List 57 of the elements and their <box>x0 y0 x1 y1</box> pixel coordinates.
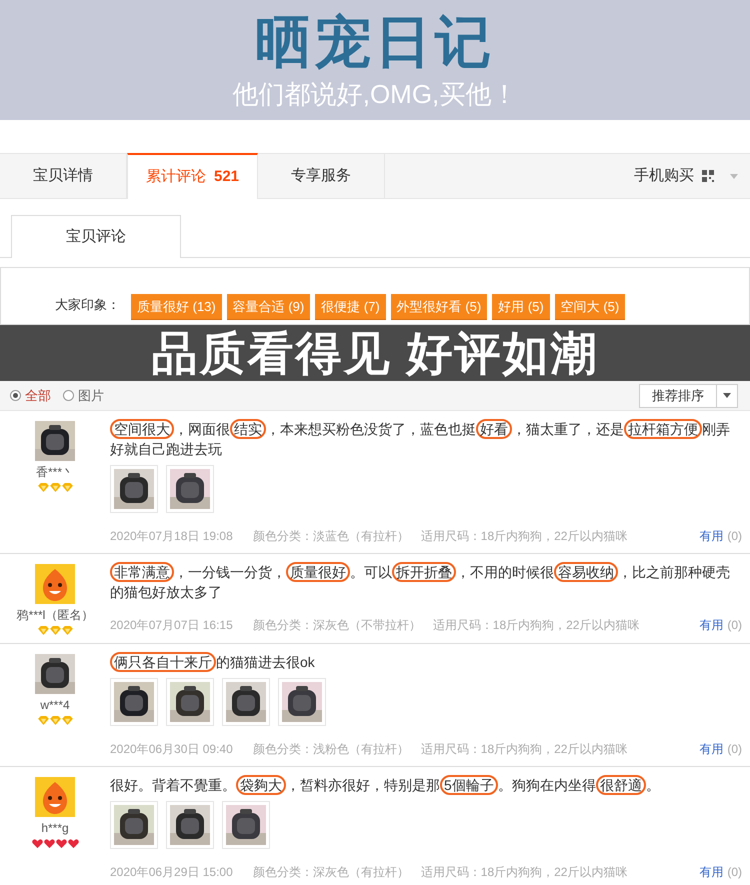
diamond-icon <box>50 483 60 492</box>
user-name: w***4 <box>40 697 70 714</box>
heart-icon <box>44 839 54 849</box>
overlay-slogan: 品质看得见 好评如潮 <box>152 327 598 379</box>
color-variant: 颜色分类：浅粉色（有拉杆） <box>252 741 409 758</box>
sub-tab[interactable]: 宝贝评论 <box>11 215 181 258</box>
filter-radio[interactable]: 全部 <box>10 386 51 406</box>
mobile-buy-button[interactable]: 手机购买 <box>634 154 750 198</box>
color-variant: 颜色分类：深灰色（不带拉杆） <box>252 617 421 634</box>
color-variant: 颜色分类：深灰色（有拉杆） <box>252 864 409 881</box>
heart-icon <box>68 839 78 849</box>
size-variant: 适用尺码：18斤内狗狗，22斤以内猫咪 <box>432 617 640 634</box>
review-date: 2020年06月29日 15:00 <box>110 864 233 881</box>
banner-subtitle: 他们都说好,OMG,买他！ <box>232 78 518 110</box>
heart-icon <box>56 839 66 849</box>
banner-title: 晒宠日记 <box>255 10 495 74</box>
review-text: 非常满意 ，一分钱一分货， 质量很好 。可以 拆开折叠 ，不用的时候很 容易收纳 ，比之前那种硬壳的猫包好放太多了 <box>110 562 731 602</box>
user-name: h***g <box>41 820 69 837</box>
caret-icon <box>723 393 731 398</box>
diamond-icon <box>50 626 60 635</box>
useful-count: (0) <box>727 864 742 881</box>
useful-count: (0) <box>727 617 742 634</box>
heart-icon <box>32 839 42 849</box>
review-date: 2020年07月07日 16:15 <box>110 617 233 634</box>
qr-code-icon <box>702 170 714 182</box>
useful-count: (0) <box>727 741 742 758</box>
review-text: 空间很大 ，网面很 结实 ，本来想买粉色没货了，蓝色也挺 好看 ，猫太重了，还是 拉杆箱方便 刚弄好就自己跑进去玩 <box>110 419 731 459</box>
filter-radio[interactable]: 图片 <box>63 386 104 406</box>
review-text: 很好。背着不覺重。 袋夠大 ，皙料亦很好，特别是那 5個輪子 。狗狗在内坐得 很舒適 。 <box>110 775 661 795</box>
caret-icon <box>730 174 738 178</box>
useful-link[interactable]: 有用 <box>699 740 724 758</box>
color-variant: 颜色分类：淡蓝色（有拉杆） <box>252 528 409 545</box>
review-date: 2020年06月30日 09:40 <box>110 741 233 758</box>
diamond-icon <box>62 483 72 492</box>
review-date: 2020年07月18日 19:08 <box>110 528 233 545</box>
mascot-avatar-icon <box>35 777 75 817</box>
diamond-icon <box>50 716 60 725</box>
diamond-icon <box>62 626 72 635</box>
size-variant: 适用尺码：18斤内狗狗，22斤以内猫咪 <box>420 741 628 758</box>
diamond-icon <box>38 483 48 492</box>
useful-count: (0) <box>727 528 742 545</box>
size-variant: 适用尺码：18斤内狗狗，22斤以内猫咪 <box>420 864 628 881</box>
useful-link[interactable]: 有用 <box>699 527 724 545</box>
diamond-icon <box>38 626 48 635</box>
tab[interactable]: 累计评论 521 <box>127 153 258 199</box>
useful-link[interactable]: 有用 <box>699 616 724 634</box>
impressions-label: 大家印象： <box>55 296 120 314</box>
tab[interactable]: 专享服务 <box>258 154 385 198</box>
size-variant: 适用尺码：18斤内狗狗，22斤以内猫咪 <box>420 528 628 545</box>
useful-link[interactable]: 有用 <box>699 863 724 881</box>
diamond-icon <box>62 716 72 725</box>
user-name: 香***丶 <box>36 464 74 481</box>
review-text: 俩只各自十来斤 的猫猫进去很ok <box>110 652 742 672</box>
sort-dropdown[interactable]: 推荐排序 <box>639 384 738 408</box>
user-name: 鸦***l（匿名） <box>16 607 94 624</box>
mascot-avatar-icon <box>35 564 75 604</box>
diamond-icon <box>38 716 48 725</box>
